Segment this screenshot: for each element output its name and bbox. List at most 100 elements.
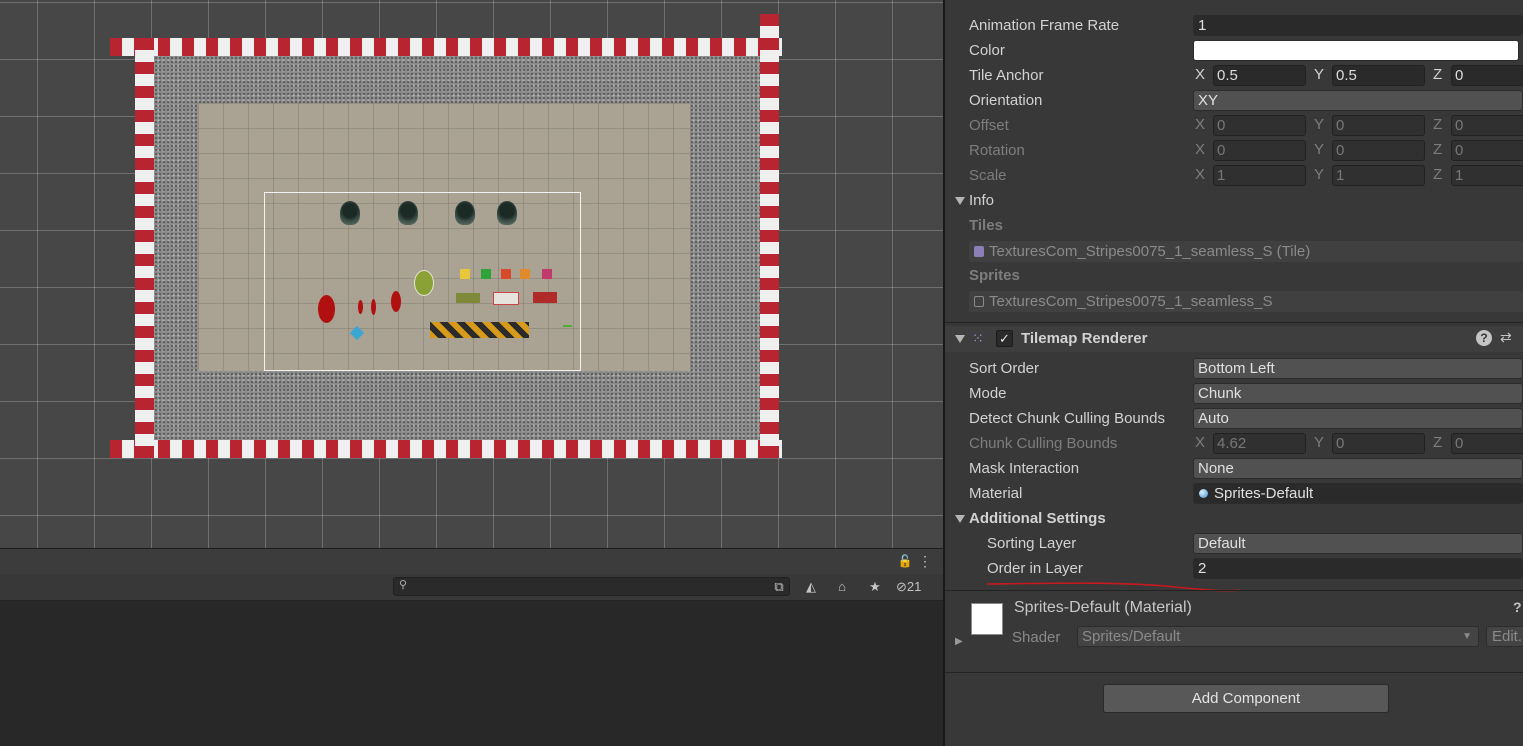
material-icon xyxy=(1199,489,1208,498)
scale-row: Scale X 1 Y 1 Z 1 xyxy=(945,164,1523,189)
axis-label-z: Z xyxy=(1433,66,1443,83)
scale-y-field: 1 xyxy=(1332,165,1425,186)
shader-dropdown[interactable]: Sprites/Default ▼ xyxy=(1077,626,1479,647)
axis-label-y: Y xyxy=(1314,116,1325,133)
mode-dropdown[interactable]: Chunk xyxy=(1193,383,1523,404)
ammo-box-sprite[interactable] xyxy=(456,293,480,303)
tile-anchor-row: Tile Anchor X 0.5 Y 0.5 Z 0 xyxy=(945,64,1523,89)
barrier-top xyxy=(110,38,782,56)
medkit-sprite[interactable] xyxy=(493,292,519,305)
sort-order-dropdown[interactable]: Bottom Left xyxy=(1193,358,1523,379)
pit-sprite[interactable] xyxy=(340,201,360,225)
shader-label: Shader xyxy=(1012,629,1061,646)
help-icon[interactable]: ? xyxy=(1476,330,1492,346)
expand-arrow-icon[interactable]: ▶ xyxy=(955,636,963,647)
panel-toolbar: ⚲ ⧉ ◭ ⌂ ★ ⊘21 xyxy=(0,574,943,601)
color-swatch-field[interactable] xyxy=(1193,40,1519,61)
field-label: Mode xyxy=(969,385,1007,402)
sprites-label: Sprites xyxy=(969,267,1020,284)
blood-splat[interactable] xyxy=(318,295,335,323)
tile-anchor-y-field[interactable]: 0.5 xyxy=(1332,65,1425,86)
hazard-stripe-sprite[interactable] xyxy=(430,322,529,338)
hidden-packages-toggle[interactable]: ⊘21 xyxy=(896,577,936,596)
more-options-icon[interactable]: ⋮ xyxy=(918,552,932,570)
health-item-sprite[interactable] xyxy=(481,269,491,279)
order-in-layer-field[interactable]: 2 xyxy=(1193,558,1523,579)
tile-anchor-z-field[interactable]: 0 xyxy=(1451,65,1523,86)
hidden-count: 21 xyxy=(906,579,922,594)
offset-y-field: 0 xyxy=(1332,115,1425,136)
field-label: Tile Anchor xyxy=(969,67,1044,84)
tilemap-renderer-header[interactable]: ⁙ ✓ Tilemap Renderer ? ⇄ xyxy=(945,326,1523,352)
add-component-button[interactable]: Add Component xyxy=(1103,684,1389,713)
axis-label-x: X xyxy=(1195,141,1206,158)
field-label: Order in Layer xyxy=(987,560,1083,577)
foldout-arrow-icon xyxy=(955,515,965,523)
orientation-dropdown[interactable]: XY xyxy=(1193,90,1523,111)
axis-label-z: Z xyxy=(1433,166,1443,183)
mask-interaction-dropdown[interactable]: None xyxy=(1193,458,1523,479)
field-label: Chunk Culling Bounds xyxy=(969,435,1118,452)
scene-view[interactable] xyxy=(0,0,943,548)
material-title: Sprites-Default (Material) xyxy=(1014,599,1192,616)
blood-splat[interactable] xyxy=(391,291,401,312)
axis-label-x: X xyxy=(1195,166,1206,183)
enable-checkbox[interactable]: ✓ xyxy=(996,330,1013,347)
rotation-z-field: 0 xyxy=(1451,140,1523,161)
lock-icon[interactable]: 🔓 xyxy=(896,552,914,570)
item-sprite[interactable] xyxy=(460,269,470,279)
tile-asset-icon xyxy=(974,246,984,257)
material-section: ▶ Sprites-Default (Material) ? Shader Sp… xyxy=(945,591,1523,659)
info-foldout[interactable]: Info xyxy=(945,189,1523,214)
rotation-y-field: 0 xyxy=(1332,140,1425,161)
search-by-type-icon[interactable]: ⧉ xyxy=(768,577,790,596)
tile-anchor-x-field[interactable]: 0.5 xyxy=(1213,65,1306,86)
barrier-right xyxy=(760,14,779,458)
preset-icon[interactable]: ⇄ xyxy=(1500,329,1512,346)
player-sprite[interactable] xyxy=(414,270,434,296)
axis-label-z: Z xyxy=(1433,116,1443,133)
search-input[interactable]: ⚲ xyxy=(393,577,790,596)
item-sprite[interactable] xyxy=(520,269,530,279)
blood-splat[interactable] xyxy=(371,299,376,315)
item-sprite[interactable] xyxy=(542,269,552,279)
field-label: Offset xyxy=(969,117,1009,134)
tile-asset-name: TexturesCom_Stripes0075_1_seamless_S (Ti… xyxy=(989,243,1311,260)
panel-tab-bar: 🔓 ⋮ xyxy=(0,548,943,575)
barrier-bottom xyxy=(110,440,782,458)
label-filter-icon[interactable]: ⌂ xyxy=(831,577,853,596)
order-in-layer-row: Order in Layer 2 xyxy=(945,557,1523,582)
barrier-left xyxy=(135,38,154,458)
detect-bounds-dropdown[interactable]: Auto xyxy=(1193,408,1523,429)
component-divider xyxy=(945,672,1523,673)
help-icon[interactable]: ? xyxy=(1513,599,1522,615)
offset-row: Offset X 0 Y 0 Z 0 xyxy=(945,114,1523,139)
animation-frame-rate-field[interactable]: 1 xyxy=(1193,15,1523,36)
field-label: Rotation xyxy=(969,142,1025,159)
edit-shader-button[interactable]: Edit... xyxy=(1486,626,1523,647)
culling-bounds-row: Chunk Culling Bounds X 4.62 Y 0 Z 0 xyxy=(945,432,1523,457)
filter-type-icon[interactable]: ◭ xyxy=(800,577,822,596)
axis-label-y: Y xyxy=(1314,434,1325,451)
pit-sprite[interactable] xyxy=(497,201,517,225)
additional-settings-foldout[interactable]: Additional Settings xyxy=(945,507,1523,532)
sprite-asset-row: TexturesCom_Stripes0075_1_seamless_S xyxy=(945,290,1523,315)
field-label: Color xyxy=(969,42,1005,59)
tiles-header: Tiles xyxy=(945,214,1523,239)
info-label: Info xyxy=(969,192,995,209)
favorites-icon[interactable]: ★ xyxy=(864,577,886,596)
blood-splat[interactable] xyxy=(358,300,363,314)
sorting-layer-dropdown[interactable]: Default xyxy=(1193,533,1523,554)
crate-sprite[interactable] xyxy=(533,292,557,303)
material-name: Sprites-Default xyxy=(1214,485,1314,502)
pit-sprite[interactable] xyxy=(398,201,418,225)
pit-sprite[interactable] xyxy=(455,201,475,225)
tile-object-field[interactable]: TexturesCom_Stripes0075_1_seamless_S (Ti… xyxy=(969,241,1523,262)
material-object-field[interactable]: Sprites-Default xyxy=(1193,483,1523,504)
item-sprite[interactable] xyxy=(563,325,572,327)
item-sprite[interactable] xyxy=(501,269,511,279)
offset-z-field: 0 xyxy=(1451,115,1523,136)
sprite-object-field[interactable]: TexturesCom_Stripes0075_1_seamless_S xyxy=(969,291,1523,312)
rotation-x-field: 0 xyxy=(1213,140,1306,161)
field-label: Orientation xyxy=(969,92,1043,109)
